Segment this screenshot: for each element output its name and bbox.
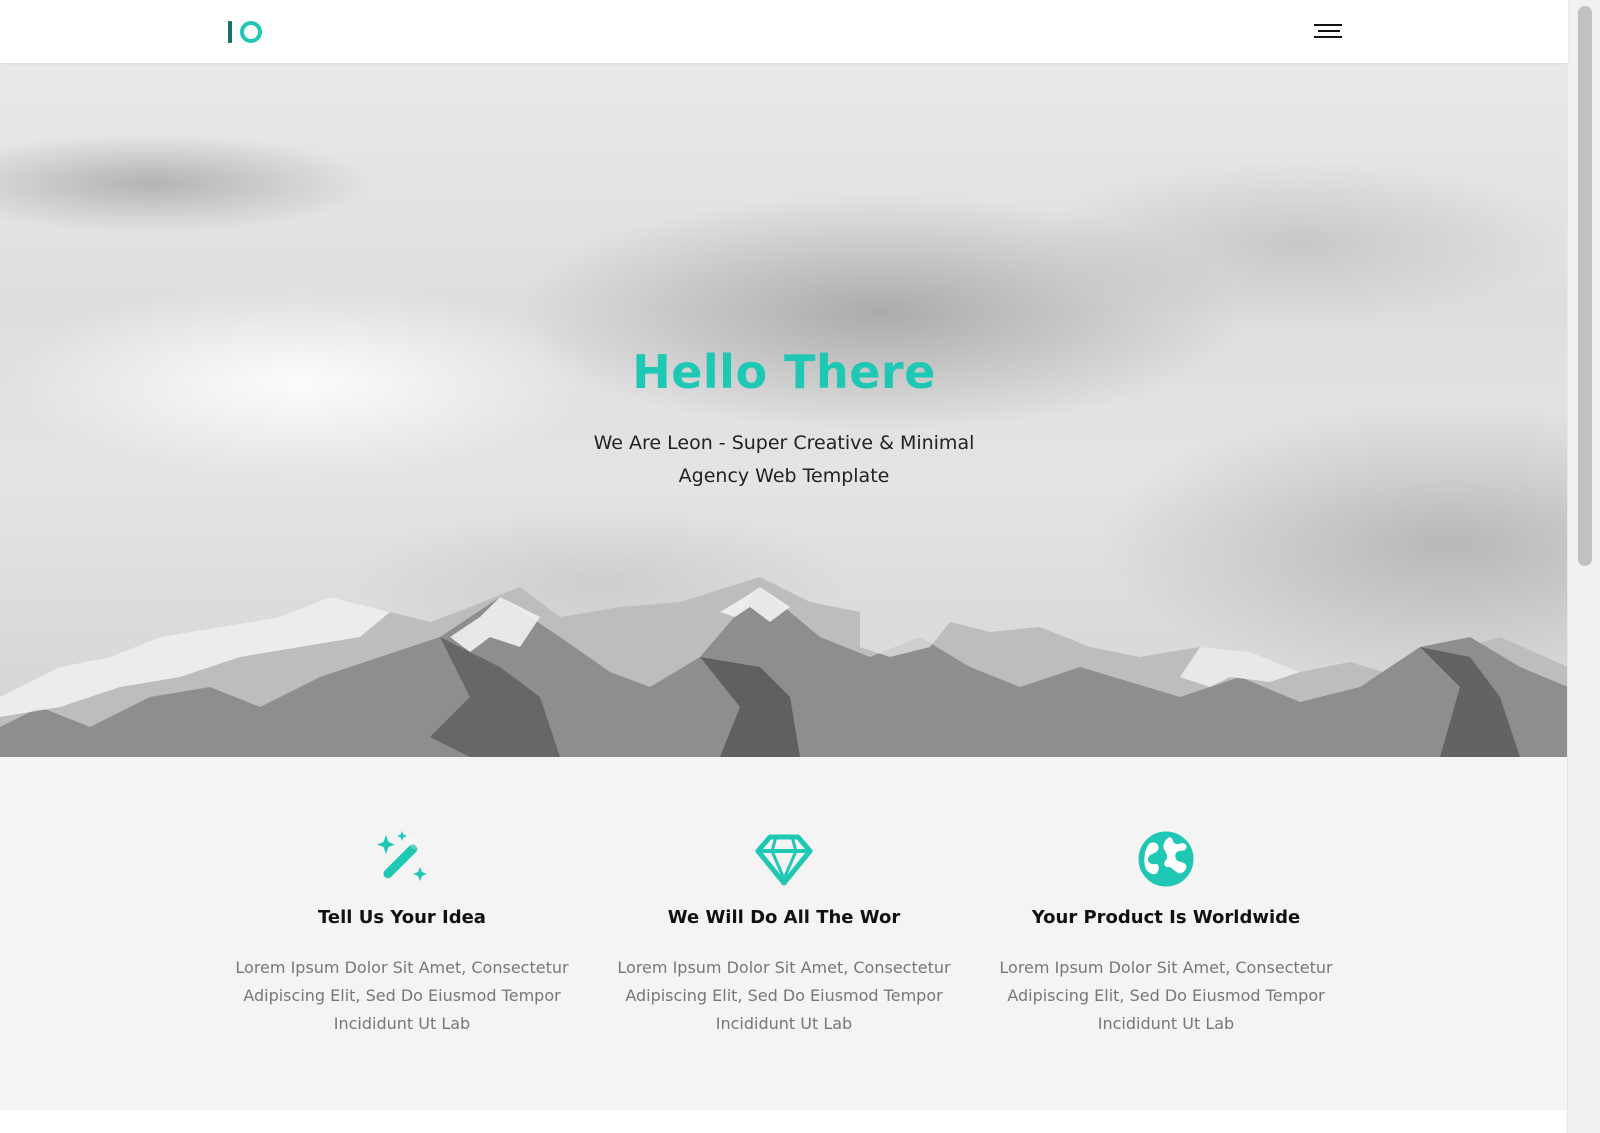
feature-card: Tell Us Your Idea Lorem Ipsum Dolor Sit … (222, 829, 582, 1038)
feature-title: We Will Do All The Wor (667, 907, 901, 928)
diamond-icon (755, 834, 813, 886)
feature-title: Your Product Is Worldwide (1031, 907, 1301, 928)
vertical-scrollbar[interactable] (1567, 0, 1600, 1133)
feature-card: We Will Do All The Wor Lorem Ipsum Dolor… (604, 829, 964, 1038)
hero-title: Hello There (632, 345, 936, 399)
menu-line-top (1314, 24, 1342, 26)
page-bottom-edge (0, 1110, 1568, 1133)
feature-description: Lorem Ipsum Dolor Sit Amet, Consectetur … (235, 958, 569, 1033)
site-logo[interactable] (228, 19, 262, 45)
logo-ring-mark (240, 21, 262, 43)
mountain-range-image (0, 577, 1568, 757)
magic-wand-icon (377, 831, 427, 881)
scrollbar-thumb[interactable] (1578, 6, 1592, 566)
feature-card: Your Product Is Worldwide Lorem Ipsum Do… (986, 829, 1346, 1038)
site-header (0, 0, 1568, 63)
features-section: Tell Us Your Idea Lorem Ipsum Dolor Sit … (0, 757, 1568, 1110)
hamburger-menu-icon[interactable] (1312, 20, 1344, 42)
hero-section: Hello There We Are Leon - Super Creative… (0, 63, 1568, 757)
menu-line-middle (1318, 30, 1340, 32)
feature-description: Lorem Ipsum Dolor Sit Amet, Consectetur … (999, 958, 1333, 1033)
feature-title: Tell Us Your Idea (318, 907, 486, 928)
logo-bar-mark (228, 21, 232, 43)
feature-description: Lorem Ipsum Dolor Sit Amet, Consectetur … (617, 958, 951, 1033)
hero-subtitle: We Are Leon - Super Creative & Minimal A… (593, 432, 975, 487)
globe-icon (1138, 831, 1194, 887)
menu-line-bottom (1314, 36, 1342, 38)
